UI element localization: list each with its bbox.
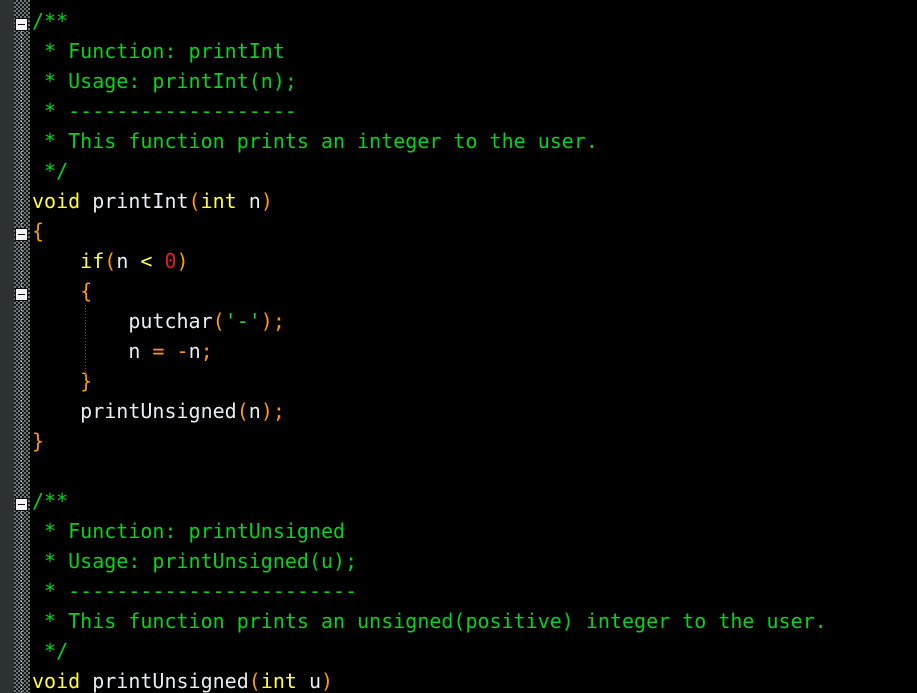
fold-connector-line [21,511,22,693]
editor-left-margin [0,0,14,693]
code-line[interactable]: /** [32,6,68,36]
code-line[interactable]: * ------------------- [32,96,297,126]
code-token-punct: ( [104,249,117,273]
code-token-ident: putchar [128,309,213,333]
code-line[interactable]: */ [32,156,68,186]
code-token-punct: ) [260,399,273,423]
code-token-comment: */ [32,639,69,663]
fold-connector-line [21,241,22,288]
code-token-comment: * Function: printInt [32,39,285,63]
code-token-comment: * Usage: printUnsigned(u); [32,549,358,573]
code-token-ident [32,279,80,303]
fold-minus-icon[interactable] [15,228,28,241]
code-line[interactable]: */ [32,636,68,666]
code-token-ident [237,189,249,213]
code-token-ident: printUnsigned [92,669,249,693]
code-token-ident [32,399,80,423]
code-token-ident: n [248,399,261,423]
code-line[interactable]: * ------------------------ [32,576,357,606]
code-token-punct: ) [260,309,273,333]
code-token-punct: } [80,369,93,393]
code-line[interactable]: { [32,216,44,246]
code-line[interactable]: * Usage: printUnsigned(u); [32,546,357,576]
code-line[interactable]: void printInt(int n) [32,186,273,216]
code-line[interactable]: /** [32,486,68,516]
code-token-punct: - [176,339,189,363]
code-token-ident [32,249,80,273]
fold-minus-icon[interactable] [15,18,28,31]
code-line[interactable]: void printUnsigned(int u) [32,666,333,693]
fold-connector-line [21,301,22,491]
code-token-comment: /** [32,489,69,513]
code-token-punct: ) [260,189,273,213]
code-token-punct: ; [272,399,285,423]
fold-minus-icon[interactable] [15,498,28,511]
code-token-keyword: void [32,189,81,213]
code-line[interactable]: { [32,276,92,306]
code-token-ident: n [128,339,141,363]
code-token-keyword: if [80,249,105,273]
code-token-ident [297,669,309,693]
code-text-area[interactable]: /** * Function: printInt * Usage: printI… [30,0,917,693]
code-token-punct: { [32,219,45,243]
code-token-comment: * Function: printUnsigned [32,519,346,543]
code-token-ident [32,309,128,333]
code-token-keyword: int [200,189,237,213]
code-line[interactable]: } [32,366,92,396]
code-line[interactable]: * Usage: printInt(n); [32,66,297,96]
code-token-ident [128,249,140,273]
code-token-ident: printInt [92,189,189,213]
code-token-keyword: void [32,669,81,693]
code-token-ident [80,669,92,693]
code-token-punct: ) [176,249,189,273]
fold-connector-line [21,31,22,228]
code-token-comment: * This function prints an unsigned(posit… [32,609,827,633]
code-token-punct: ( [188,189,201,213]
code-line[interactable]: printUnsigned(n); [32,396,285,426]
code-token-ident [32,369,80,393]
code-line[interactable]: putchar('-'); [32,306,285,336]
code-token-punct: = [152,339,165,363]
indent-guide [85,305,86,385]
code-token-char: '-' [224,309,261,333]
code-token-comment: /** [32,9,69,33]
code-token-punct: { [80,279,93,303]
code-line[interactable]: n = -n; [32,336,213,366]
code-token-number: 0 [164,249,177,273]
fold-minus-icon[interactable] [15,288,28,301]
code-line[interactable]: if(n < 0) [32,246,189,276]
code-token-comment: * ------------------------ [32,579,358,603]
code-token-ident [152,249,164,273]
code-token-comment: * This function prints an integer to the… [32,129,598,153]
code-token-ident: printUnsigned [80,399,237,423]
code-token-keyword: < [140,249,153,273]
code-token-punct: ; [200,339,213,363]
code-line[interactable]: * This function prints an unsigned(posit… [32,606,827,636]
code-line[interactable]: } [32,426,44,456]
code-token-punct: ( [212,309,225,333]
code-editor[interactable]: /** * Function: printInt * Usage: printI… [0,0,917,693]
code-token-punct: ( [236,399,249,423]
code-folding-gutter[interactable] [14,0,30,693]
code-token-punct: } [32,429,45,453]
code-token-ident [140,339,152,363]
code-token-comment: * Usage: printInt(n); [32,69,297,93]
code-line[interactable]: * This function prints an integer to the… [32,126,598,156]
code-token-keyword: int [260,669,297,693]
code-line[interactable]: * Function: printUnsigned [32,516,345,546]
code-token-ident [164,339,176,363]
code-line[interactable]: * Function: printInt [32,36,285,66]
code-token-ident: n [248,189,261,213]
code-token-punct: ; [272,309,285,333]
code-token-comment: */ [32,159,69,183]
code-token-ident: n [116,249,129,273]
code-token-punct: ) [321,669,334,693]
code-token-ident: n [188,339,201,363]
code-token-punct: ( [248,669,261,693]
code-token-ident [32,339,128,363]
code-token-ident [80,189,92,213]
code-token-comment: * ------------------- [32,99,297,123]
code-token-ident: u [308,669,322,693]
